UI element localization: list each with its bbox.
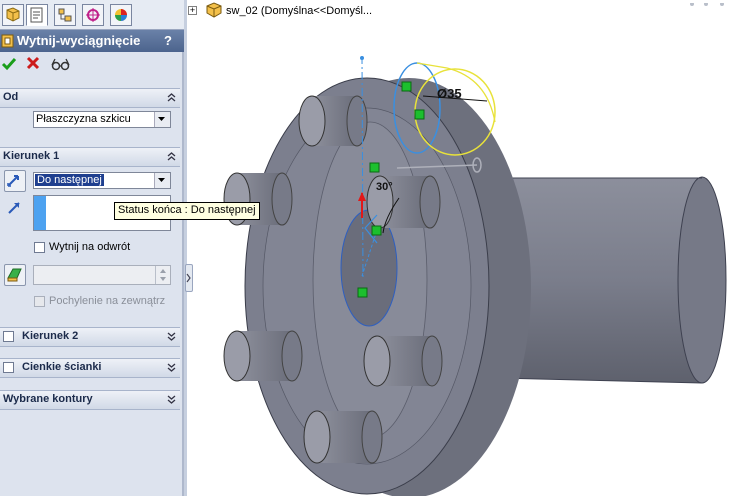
tree-expander[interactable]: + — [188, 6, 197, 15]
configuration-manager-tab[interactable] — [54, 4, 76, 26]
expand-chevron-icon[interactable] — [167, 362, 176, 376]
extruded-cut-icon — [1, 33, 15, 52]
selected-contours-group-header[interactable]: Wybrane kontury — [0, 390, 180, 410]
selection-color-swatch — [34, 196, 46, 230]
property-manager-panel: Wytnij-wyciągnięcie ? Od Płaszczyzna szk… — [0, 0, 184, 496]
part-name-label: sw_02 (Domyślna<<Domyśl... — [226, 5, 373, 17]
boss-lower-left[interactable] — [223, 330, 303, 382]
flange-body[interactable] — [244, 77, 531, 498]
manager-tabs — [0, 0, 184, 30]
dimxpert-icon — [86, 8, 100, 22]
angle-dimension[interactable]: 30° — [376, 181, 393, 193]
chevron-down-icon[interactable] — [154, 112, 170, 127]
dimxpert-tab[interactable] — [82, 4, 104, 26]
boss-top[interactable] — [298, 95, 368, 147]
property-manager-tab[interactable] — [26, 4, 48, 26]
diameter-dimension[interactable]: Ø35 — [437, 86, 462, 101]
end-condition-select[interactable]: Do następnej — [33, 172, 171, 189]
start-condition-select[interactable]: Płaszczyzna szkicu — [33, 111, 171, 128]
feature-manager-tab[interactable] — [2, 4, 24, 26]
expand-chevron-icon[interactable] — [167, 331, 176, 345]
shaft-body[interactable] — [496, 176, 727, 384]
direction-arrow-icon — [7, 199, 23, 218]
collapse-chevron-icon[interactable] — [167, 151, 176, 165]
thin-feature-checkbox[interactable] — [3, 362, 14, 376]
from-group-header[interactable]: Od — [0, 88, 180, 108]
reverse-direction-icon — [7, 175, 19, 187]
collapse-chevron-icon[interactable] — [167, 92, 176, 106]
reverse-direction-button[interactable] — [4, 170, 26, 192]
end-condition-tooltip: Status końca : Do następnej — [114, 202, 260, 220]
property-manager-icon — [30, 7, 43, 23]
display-manager-icon — [115, 9, 127, 21]
display-manager-tab[interactable] — [110, 4, 132, 26]
help-button[interactable]: ? — [164, 33, 172, 48]
action-buttons — [0, 55, 184, 77]
draft-toggle-button[interactable] — [4, 264, 26, 286]
boss-lower-right[interactable] — [363, 335, 443, 387]
configuration-manager-icon — [58, 8, 72, 22]
direction1-group-header[interactable]: Kierunek 1 — [0, 147, 180, 167]
graphics-area[interactable]: Ø35 30° — [187, 18, 735, 498]
view-heads-up-icons — [688, 0, 735, 12]
boss-bottom[interactable] — [303, 410, 383, 464]
chevron-down-icon[interactable] — [154, 173, 170, 188]
ok-checkmark-icon[interactable] — [1, 56, 17, 75]
spinner-arrows-icon[interactable] — [155, 266, 170, 284]
preview-glasses-icon[interactable] — [51, 56, 71, 75]
direction2-group-header[interactable]: Kierunek 2 — [0, 327, 180, 347]
draft-icon — [7, 268, 22, 282]
direction2-checkbox[interactable] — [3, 331, 14, 345]
feature-title: Wytnij-wyciągnięcie — [17, 33, 141, 48]
draft-angle-spinner[interactable] — [33, 265, 171, 285]
expand-chevron-icon[interactable] — [167, 394, 176, 408]
cancel-x-icon[interactable] — [26, 56, 40, 73]
feature-title-bar: Wytnij-wyciągnięcie ? — [0, 30, 184, 52]
thin-feature-group-header[interactable]: Cienkie ścianki — [0, 358, 180, 378]
feature-manager-icon — [6, 7, 20, 22]
